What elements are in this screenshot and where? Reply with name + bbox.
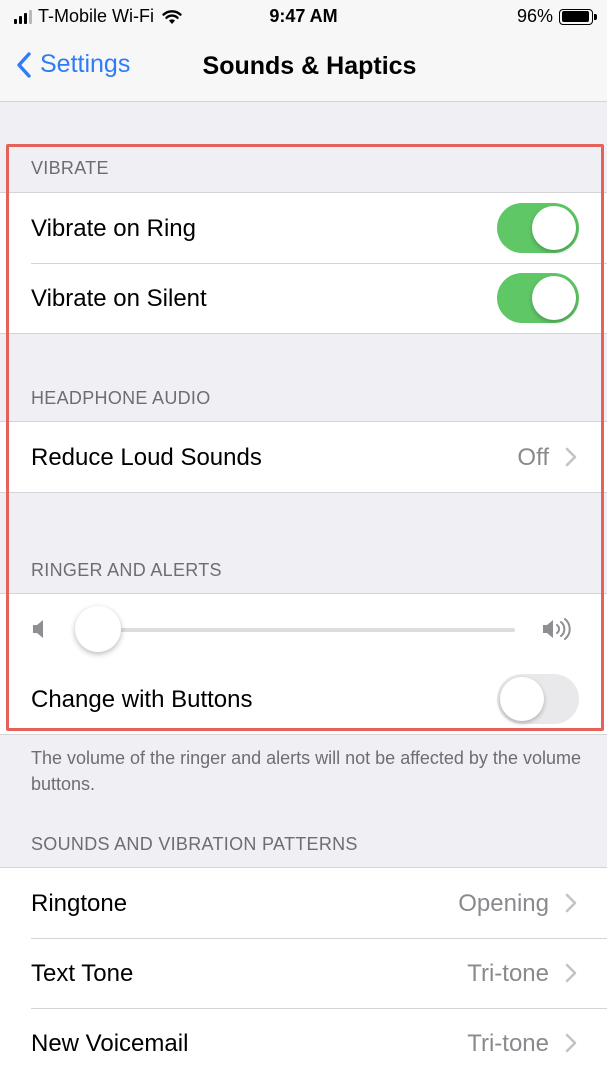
volume-track[interactable] bbox=[78, 628, 515, 632]
row-label: Ringtone bbox=[31, 890, 128, 917]
row-value: Tri-tone bbox=[467, 1030, 549, 1057]
vibrate-on-silent-toggle[interactable] bbox=[497, 273, 579, 323]
vibrate-on-ring-row: Vibrate on Ring bbox=[0, 193, 607, 263]
reduce-loud-sounds-row[interactable]: Reduce Loud Sounds Off bbox=[0, 422, 607, 492]
patterns-group: Ringtone Opening Text Tone Tri-tone New … bbox=[0, 867, 607, 1068]
row-label: Vibrate on Ring bbox=[31, 215, 196, 242]
speaker-high-icon bbox=[543, 618, 571, 640]
headphone-audio-section-header: HEADPHONE AUDIO bbox=[31, 388, 211, 408]
row-value: Off bbox=[517, 444, 549, 471]
chevron-right-icon bbox=[565, 447, 577, 467]
vibrate-on-silent-row: Vibrate on Silent bbox=[0, 263, 607, 333]
row-value: Opening bbox=[458, 890, 549, 917]
row-label: New Voicemail bbox=[31, 1030, 189, 1057]
change-with-buttons-toggle[interactable] bbox=[497, 674, 579, 724]
page-title: Sounds & Haptics bbox=[202, 52, 417, 80]
vibrate-section-header: VIBRATE bbox=[31, 158, 109, 178]
row-label: Vibrate on Silent bbox=[31, 285, 207, 312]
row-label: Reduce Loud Sounds bbox=[31, 444, 262, 471]
ringer-alerts-group: Change with Buttons bbox=[0, 593, 607, 735]
vibrate-group: Vibrate on Ring Vibrate on Silent bbox=[0, 192, 607, 334]
vibrate-on-ring-toggle[interactable] bbox=[497, 203, 579, 253]
chevron-right-icon bbox=[565, 1033, 577, 1053]
speaker-low-icon bbox=[33, 620, 43, 638]
sounds-haptics-screen: T-Mobile Wi-Fi 9:47 AM 96% Settings Soun… bbox=[0, 0, 607, 1068]
change-with-buttons-row: Change with Buttons bbox=[0, 664, 607, 734]
headphone-audio-group: Reduce Loud Sounds Off bbox=[0, 421, 607, 493]
row-value: Tri-tone bbox=[467, 960, 549, 987]
row-label: Change with Buttons bbox=[31, 686, 253, 713]
patterns-section-header: SOUNDS AND VIBRATION PATTERNS bbox=[31, 834, 358, 854]
row-label: Text Tone bbox=[31, 960, 134, 987]
text-tone-row[interactable]: Text Tone Tri-tone bbox=[0, 938, 607, 1008]
status-bar: T-Mobile Wi-Fi 9:47 AM 96% bbox=[0, 0, 607, 34]
chevron-right-icon bbox=[565, 963, 577, 983]
battery-icon bbox=[559, 8, 597, 25]
battery-percent: 96% bbox=[516, 6, 553, 26]
ringer-volume-slider bbox=[0, 594, 607, 664]
navigation-bar: Settings Sounds & Haptics bbox=[0, 34, 607, 102]
chevron-right-icon bbox=[565, 893, 577, 913]
new-voicemail-row[interactable]: New Voicemail Tri-tone bbox=[0, 1008, 607, 1068]
status-time: 9:47 AM bbox=[269, 6, 338, 26]
ringtone-row[interactable]: Ringtone Opening bbox=[0, 868, 607, 938]
volume-thumb[interactable] bbox=[75, 606, 121, 652]
ringer-alerts-footer: The volume of the ringer and alerts will… bbox=[31, 748, 581, 794]
ringer-alerts-section-header: RINGER AND ALERTS bbox=[31, 560, 222, 580]
